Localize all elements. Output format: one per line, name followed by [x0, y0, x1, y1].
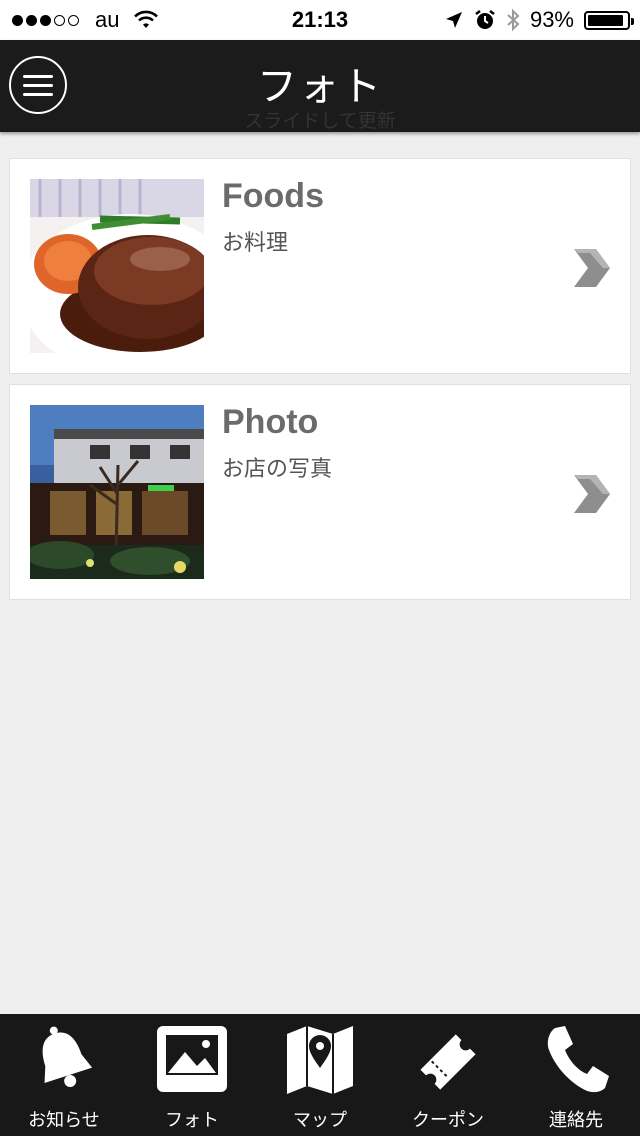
tab-label: お知らせ	[28, 1110, 100, 1131]
foods-thumbnail	[30, 179, 204, 353]
category-subtitle: お料理	[222, 231, 289, 256]
status-right: 93%	[444, 0, 634, 40]
map-icon	[287, 1026, 353, 1094]
pull-to-refresh-hint: スライドして更新	[244, 110, 396, 132]
tab-label: 連絡先	[549, 1110, 603, 1131]
tab-map[interactable]: マップ	[256, 1014, 384, 1136]
battery-icon	[584, 10, 634, 30]
tab-label: クーポン	[412, 1110, 484, 1131]
ticket-icon	[420, 1034, 476, 1090]
bluetooth-icon	[507, 8, 520, 32]
bell-icon	[42, 1026, 93, 1088]
photo-thumbnail	[30, 405, 204, 579]
phone-icon	[547, 1026, 609, 1093]
tab-notices[interactable]: お知らせ	[0, 1014, 128, 1136]
tab-photo[interactable]: フォト	[128, 1014, 256, 1136]
tab-contact[interactable]: 連絡先	[512, 1014, 640, 1136]
category-subtitle: お店の写真	[222, 457, 333, 482]
alarm-clock-icon	[475, 10, 495, 29]
tab-label: マップ	[293, 1110, 347, 1131]
chevron-right-icon	[574, 475, 610, 513]
photo-icon	[157, 1026, 227, 1092]
category-item-foods[interactable]: Foods お料理	[9, 158, 631, 374]
chevron-right-icon	[574, 249, 610, 287]
page-title: フォト	[257, 64, 383, 110]
category-title: Foods	[222, 177, 324, 215]
location-arrow-icon	[445, 12, 462, 28]
status-bar: au 21:13 93%	[0, 0, 640, 40]
category-title: Photo	[222, 403, 319, 441]
bottom-tab-bar: お知らせ フォト マップ クーポン 連絡先	[0, 1014, 640, 1136]
tab-coupon[interactable]: クーポン	[384, 1014, 512, 1136]
battery-percentage: 93%	[529, 7, 574, 32]
tab-label: フォト	[165, 1110, 219, 1131]
category-item-photo[interactable]: Photo お店の写真	[9, 384, 631, 600]
